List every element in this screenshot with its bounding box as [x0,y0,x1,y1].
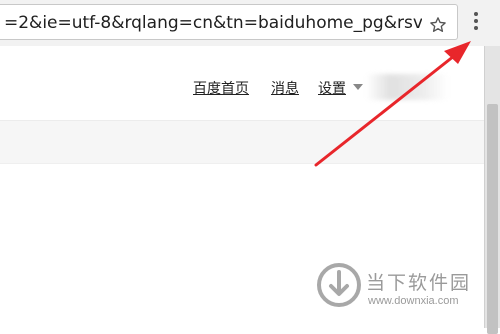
watermark-url: www.downxia.com [368,295,459,307]
browser-toolbar: =2&ie=utf-8&rqlang=cn&tn=baiduhome_pg&rs… [0,0,500,47]
address-bar[interactable]: =2&ie=utf-8&rqlang=cn&tn=baiduhome_pg&rs… [0,4,458,40]
nav-link-settings[interactable]: 设置 [318,78,346,98]
watermark: 当下软件园 www.downxia.com [316,262,488,320]
menu-dot [474,19,478,23]
star-icon[interactable] [429,16,447,34]
menu-dot [474,26,478,30]
nav-link-home[interactable]: 百度首页 [193,78,249,98]
baidu-top-nav: 百度首页 消息 设置 [0,46,484,121]
scrollbar-thumb[interactable] [487,104,498,334]
watermark-name: 当下软件园 [366,272,472,294]
blurred-username [366,74,448,100]
nav-link-messages[interactable]: 消息 [271,78,299,98]
watermark-logo-icon [317,263,361,307]
chevron-down-icon[interactable] [353,84,363,90]
url-text[interactable]: =2&ie=utf-8&rqlang=cn&tn=baiduhome_pg&rs… [4,13,422,33]
three-dot-vertical-menu-icon[interactable] [469,8,483,34]
search-tabs-bar [0,121,484,164]
menu-dot [474,12,478,16]
